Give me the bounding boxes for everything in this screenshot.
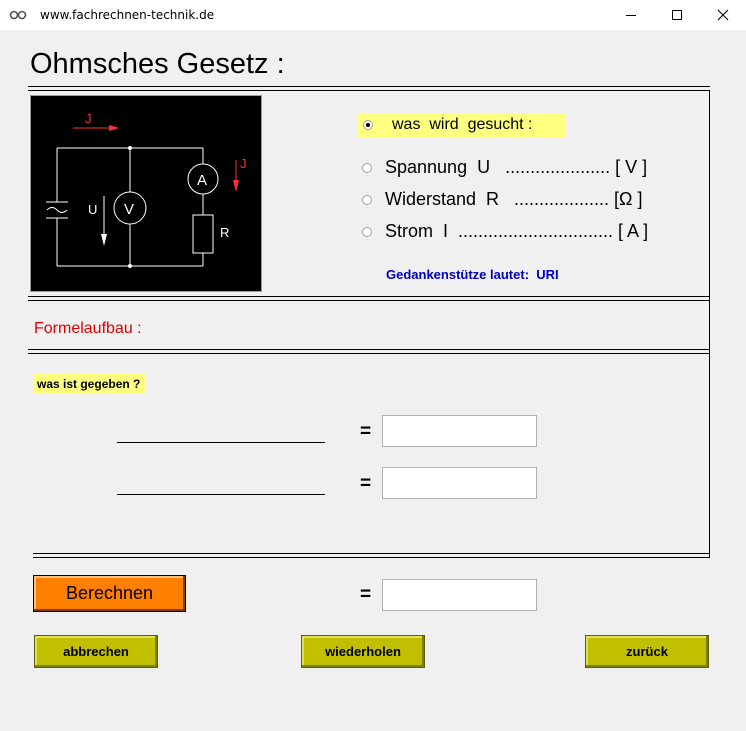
current-label: J xyxy=(85,111,92,126)
option-voltage[interactable]: Spannung U ..................... [ V ] xyxy=(385,157,647,178)
calculate-button[interactable]: Berechnen xyxy=(33,575,186,612)
current-label-vertical: J xyxy=(240,156,247,171)
voltmeter-label: V xyxy=(124,201,134,218)
given-name-line-1 xyxy=(117,442,325,443)
maximize-icon xyxy=(672,10,682,20)
divider xyxy=(28,90,710,91)
equals-sign: = xyxy=(360,584,372,605)
given-name-line-2 xyxy=(117,494,325,495)
divider xyxy=(33,557,710,558)
window-title: www.fachrechnen-technik.de xyxy=(40,8,215,22)
back-button[interactable]: zurück xyxy=(585,635,709,668)
minimize-button[interactable] xyxy=(608,0,654,30)
cancel-button[interactable]: abbrechen xyxy=(34,635,158,668)
minimize-icon xyxy=(626,15,636,16)
search-header: was wird gesucht : xyxy=(392,116,533,133)
close-icon xyxy=(717,9,729,21)
voltage-label: U xyxy=(88,202,97,217)
maximize-button[interactable] xyxy=(654,0,700,30)
divider xyxy=(33,553,710,554)
option-resistance[interactable]: Widerstand R ................... [Ω ] xyxy=(385,189,643,210)
memory-hint: Gedankenstütze lautet: URI xyxy=(386,267,559,282)
resistor-label: R xyxy=(220,225,229,240)
radio-current[interactable] xyxy=(362,227,372,237)
chain-link-icon xyxy=(9,10,27,20)
result-field[interactable] xyxy=(382,579,537,611)
circuit-diagram: J J U V A R xyxy=(30,95,262,292)
divider xyxy=(28,349,710,350)
divider xyxy=(28,86,710,87)
option-current[interactable]: Strom I ............................... … xyxy=(385,221,648,242)
page-title: Ohmsches Gesetz : xyxy=(30,48,285,80)
window-titlebar[interactable]: www.fachrechnen-technik.de xyxy=(0,0,746,30)
divider xyxy=(709,90,710,558)
given-value-input-2[interactable] xyxy=(382,467,537,499)
divider xyxy=(28,353,710,354)
given-value-input-1[interactable] xyxy=(382,415,537,447)
ammeter-label: A xyxy=(197,172,207,189)
radio-resistance[interactable] xyxy=(362,195,372,205)
equals-sign: = xyxy=(360,473,372,494)
close-button[interactable] xyxy=(700,0,746,30)
divider xyxy=(28,296,710,297)
divider xyxy=(28,300,710,301)
given-label: was ist gegeben ? xyxy=(33,374,147,394)
repeat-button[interactable]: wiederholen xyxy=(301,635,425,668)
radio-voltage[interactable] xyxy=(362,163,372,173)
radio-search-header[interactable] xyxy=(363,120,373,130)
formula-label: Formelaufbau : xyxy=(34,320,142,337)
equals-sign: = xyxy=(360,421,372,442)
